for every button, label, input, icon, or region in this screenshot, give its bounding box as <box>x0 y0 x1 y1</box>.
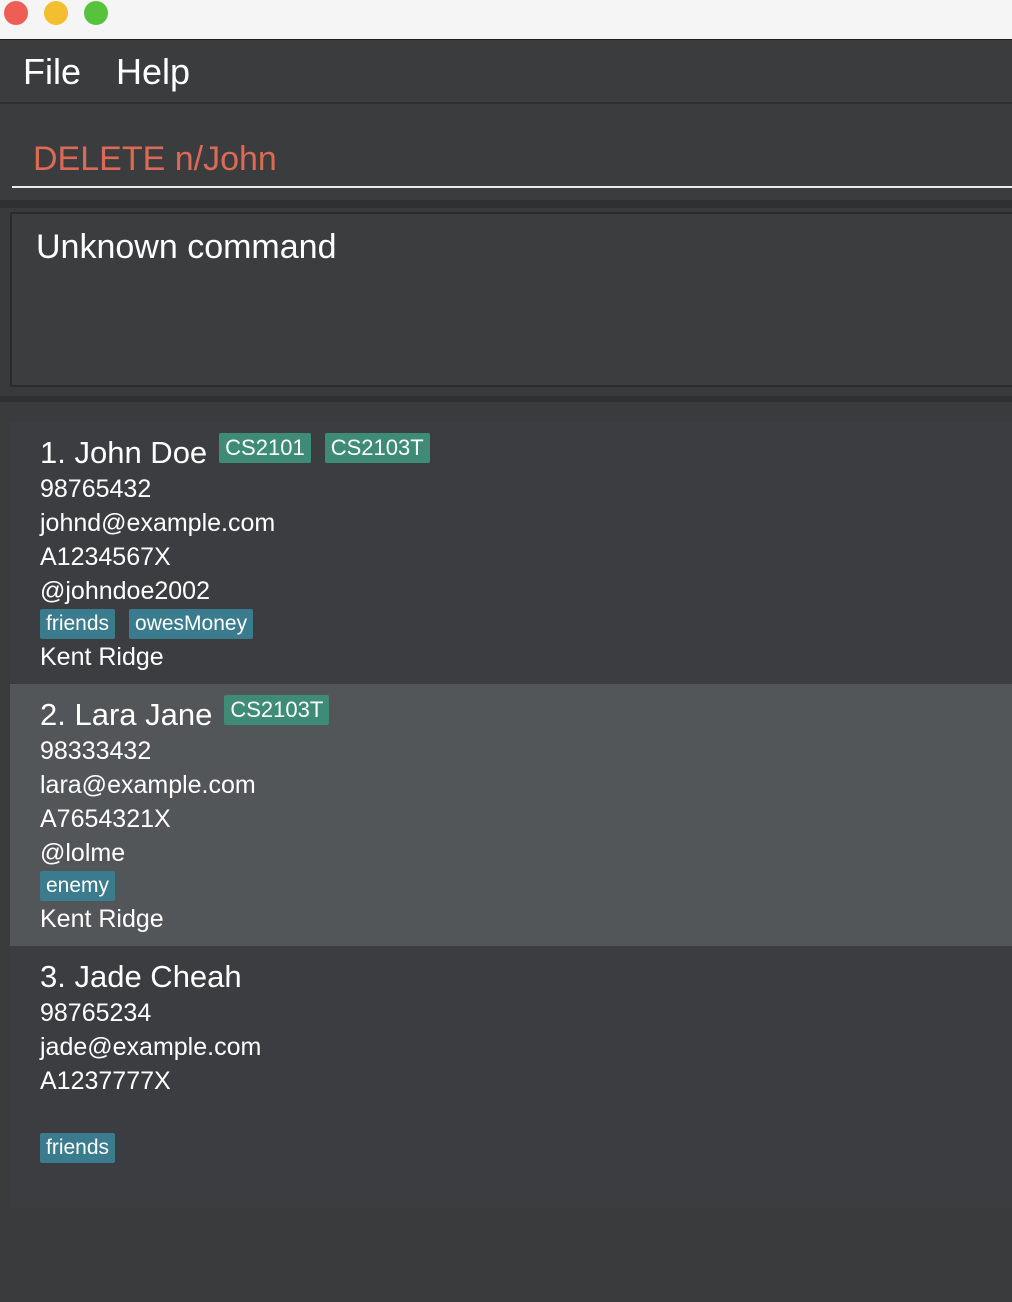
person-name: 2. Lara Jane <box>40 697 213 732</box>
menu-file[interactable]: File <box>23 51 81 93</box>
person-address: Kent Ridge <box>40 905 164 933</box>
person-name-row: 1. John Doe CS2101 CS2103T <box>40 432 444 474</box>
menu-help[interactable]: Help <box>116 51 190 93</box>
tag-badge: friends <box>40 609 116 639</box>
person-telegram: @johndoe2002 <box>40 577 210 605</box>
result-display: Unknown command <box>0 208 1012 396</box>
command-box <box>0 104 1012 200</box>
person-phone: 98765234 <box>40 999 152 1027</box>
person-name-row: 2. Lara Jane CS2103T <box>40 694 343 736</box>
person-student-id: A1234567X <box>40 543 171 571</box>
person-card[interactable]: 1. John Doe CS2101 CS2103T 98765432 john… <box>10 422 1012 684</box>
result-textbox[interactable]: Unknown command <box>10 212 1012 387</box>
module-badge: CS2101 <box>219 433 311 463</box>
person-phone: 98333432 <box>40 737 152 765</box>
person-telegram: @lolme <box>40 839 126 867</box>
title-bar <box>0 0 1012 40</box>
divider <box>0 200 1012 208</box>
person-email: lara@example.com <box>40 771 256 799</box>
module-badge: CS2103T <box>324 433 430 463</box>
maximize-window-button[interactable] <box>84 1 108 25</box>
person-student-id: A7654321X <box>40 805 171 833</box>
person-list[interactable]: 1. John Doe CS2101 CS2103T 98765432 john… <box>0 402 1012 1302</box>
person-student-id: A1237777X <box>40 1067 171 1095</box>
person-name: 3. Jade Cheah <box>40 959 242 994</box>
tag-list: friends owesMoney <box>40 609 267 639</box>
close-window-button[interactable] <box>4 1 28 25</box>
person-card-selected[interactable]: 2. Lara Jane CS2103T 98333432 lara@examp… <box>10 684 1012 946</box>
tag-badge: friends <box>40 1133 116 1163</box>
command-input[interactable] <box>12 122 1012 188</box>
person-phone: 98765432 <box>40 475 152 503</box>
person-address: Kent Ridge <box>40 643 164 671</box>
person-name-row: 3. Jade Cheah <box>40 956 254 998</box>
result-message: Unknown command <box>36 228 337 266</box>
person-email: johnd@example.com <box>40 509 276 537</box>
module-badge: CS2103T <box>224 695 330 725</box>
tag-badge: owesMoney <box>129 609 254 639</box>
person-card[interactable]: 3. Jade Cheah 98765234 jade@example.com … <box>10 946 1012 1208</box>
tag-list: enemy <box>40 871 129 901</box>
person-name: 1. John Doe <box>40 435 208 470</box>
tag-list: friends <box>40 1133 129 1163</box>
minimize-window-button[interactable] <box>44 1 68 25</box>
menu-bar: File Help <box>0 41 1012 104</box>
tag-badge: enemy <box>40 871 116 901</box>
person-email: jade@example.com <box>40 1033 262 1061</box>
